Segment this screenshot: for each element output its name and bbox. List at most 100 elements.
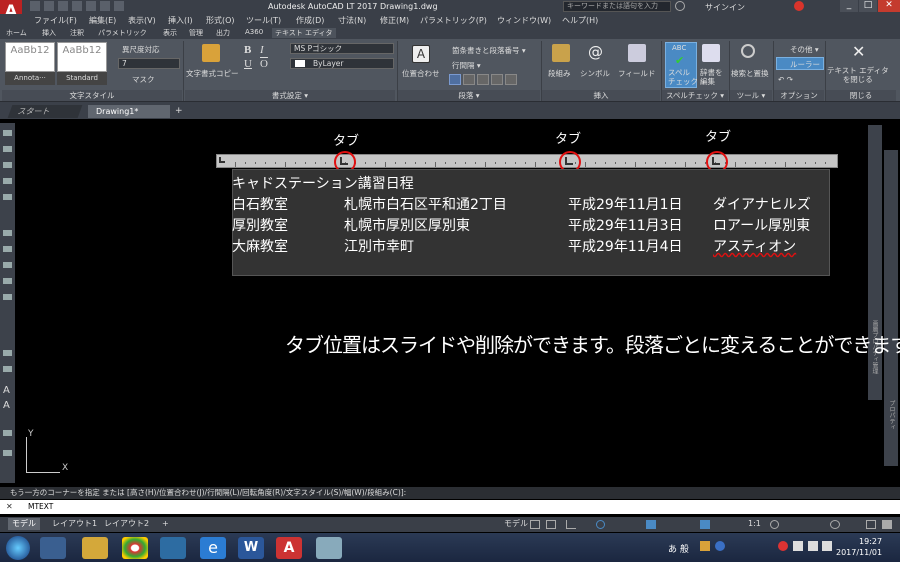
tool-rectangle-icon[interactable] — [3, 194, 12, 200]
doctab-start[interactable]: スタート — [7, 105, 83, 118]
customize-icon[interactable] — [882, 520, 892, 529]
add-layout-button[interactable]: + — [158, 518, 173, 530]
minimize-button[interactable]: _ — [840, 0, 858, 12]
taskbar-thunderbird-icon[interactable] — [160, 537, 186, 559]
tool-extend-icon[interactable] — [3, 366, 12, 372]
tab-a360[interactable]: A360 — [245, 28, 263, 36]
annotative-button[interactable]: 異尺度対応 — [122, 44, 160, 55]
tray-help-icon[interactable] — [715, 541, 725, 551]
panel-formatting-label[interactable]: 書式設定 ▾ — [185, 90, 395, 101]
justification-icon[interactable]: A — [412, 45, 430, 63]
doctab-drawing1[interactable]: Drawing1* — [88, 105, 170, 118]
close-editor-label[interactable]: テキスト エディタ を閉じる — [827, 66, 889, 84]
menu-parametric[interactable]: パラメトリック(P) — [420, 15, 487, 26]
justification-label[interactable]: 位置合わせ — [402, 68, 440, 79]
italic-button[interactable]: I — [260, 44, 264, 56]
mask-button[interactable]: マスク — [132, 74, 155, 85]
menu-help[interactable]: ヘルプ(H) — [562, 15, 598, 26]
tool-circle-icon[interactable] — [3, 162, 12, 168]
tray-icon[interactable] — [700, 541, 710, 551]
match-properties-label[interactable]: 文字書式コピー — [186, 68, 239, 79]
taskbar-media-icon[interactable] — [40, 537, 66, 559]
bold-button[interactable]: B — [244, 44, 251, 56]
panel-tools-label[interactable]: ツール ▾ — [730, 90, 772, 101]
overline-button[interactable]: O — [260, 58, 268, 70]
tray-volume-icon[interactable] — [808, 541, 818, 551]
qat-open-icon[interactable] — [44, 1, 54, 11]
color-dropdown[interactable]: ByLayer — [290, 58, 394, 69]
mtext-ruler[interactable] — [216, 154, 838, 168]
match-properties-icon[interactable] — [202, 44, 220, 62]
panel-spell-label[interactable]: スペルチェック ▾ — [662, 90, 728, 101]
qat-undo-icon[interactable] — [100, 1, 110, 11]
taskbar-autocad-icon[interactable]: A — [276, 537, 302, 559]
menu-file[interactable]: ファイル(F) — [34, 15, 77, 26]
field-icon[interactable] — [628, 44, 646, 62]
bullets-button[interactable]: 箇条書きと段落番号 ▾ — [452, 45, 526, 56]
snap-icon[interactable] — [546, 520, 556, 529]
align-right-icon[interactable] — [477, 74, 489, 85]
text-height-dropdown[interactable]: 7 — [118, 58, 180, 69]
menu-dimension[interactable]: 寸法(N) — [338, 15, 366, 26]
new-drawing-tab-button[interactable]: + — [175, 106, 183, 116]
tool-table-icon[interactable] — [3, 450, 12, 456]
isolate-icon[interactable] — [830, 520, 840, 529]
qat-saveas-icon[interactable] — [72, 1, 82, 11]
tool-mirror-icon[interactable] — [3, 278, 12, 284]
tab-view[interactable]: 表示 — [163, 28, 177, 38]
taskbar-explorer-icon[interactable] — [82, 537, 108, 559]
close-editor-icon[interactable]: ✕ — [852, 42, 865, 61]
command-close-icon[interactable]: ✕ — [6, 502, 13, 511]
tool-hatch-icon[interactable] — [3, 430, 12, 436]
line-spacing-button[interactable]: 行間隔 ▾ — [452, 60, 481, 71]
align-left-icon[interactable] — [449, 74, 461, 85]
grid-icon[interactable] — [530, 520, 540, 529]
menu-format[interactable]: 形式(O) — [206, 15, 235, 26]
tray-flag-icon[interactable] — [793, 541, 803, 551]
fullscreen-icon[interactable] — [866, 520, 876, 529]
ime-indicator[interactable]: あ 般 — [668, 542, 689, 555]
command-input[interactable]: MTEXT — [0, 500, 900, 514]
symbol-icon[interactable]: @ — [588, 43, 603, 61]
taskbar-ie-icon[interactable]: e — [200, 537, 226, 559]
menu-edit[interactable]: 編集(E) — [89, 15, 116, 26]
tab-annotate[interactable]: 注釈 — [70, 28, 84, 38]
tab-home[interactable]: ホーム — [6, 28, 27, 38]
osnap-icon[interactable] — [646, 520, 656, 529]
taskbar-chrome-icon[interactable] — [122, 537, 148, 559]
menu-modify[interactable]: 修正(M) — [380, 15, 409, 26]
ortho-icon[interactable] — [566, 520, 576, 529]
maximize-button[interactable]: □ — [859, 0, 877, 12]
menu-draw[interactable]: 作成(D) — [296, 15, 324, 26]
tool-rotate-icon[interactable] — [3, 262, 12, 268]
tool-polyline-icon[interactable] — [3, 146, 12, 152]
tray-network-icon[interactable] — [822, 541, 832, 551]
help-icon[interactable] — [794, 1, 804, 11]
menu-insert[interactable]: 挿入(I) — [168, 15, 193, 26]
start-button-icon[interactable] — [6, 536, 30, 560]
menu-view[interactable]: 表示(V) — [128, 15, 156, 26]
find-replace-label[interactable]: 検索と置換 — [731, 68, 769, 79]
find-replace-icon[interactable] — [741, 44, 755, 58]
style-standard-swatch[interactable]: AaBb12 — [57, 42, 107, 72]
menu-window[interactable]: ウィンドウ(W) — [497, 15, 551, 26]
tab-text-editor[interactable]: テキスト エディタ — [272, 28, 336, 38]
signin-button[interactable]: サインイン — [705, 2, 745, 13]
tool-line-icon[interactable] — [3, 130, 12, 136]
tool-text-icon[interactable]: A — [3, 385, 10, 396]
qat-new-icon[interactable] — [30, 1, 40, 11]
close-window-button[interactable]: ✕ — [878, 0, 900, 12]
panel-text-style-label[interactable]: 文字スタイル — [2, 90, 182, 101]
columns-icon[interactable] — [552, 44, 570, 62]
tray-acrobat-icon[interactable] — [778, 541, 788, 551]
qat-save-icon[interactable] — [58, 1, 68, 11]
taskbar-clock[interactable]: 19:27 2017/11/01 — [836, 536, 882, 558]
tool-mtext-icon[interactable]: A — [3, 400, 10, 411]
tab-manage[interactable]: 管理 — [189, 28, 203, 38]
distribute-icon[interactable] — [505, 74, 517, 85]
tab-insert[interactable]: 挿入 — [42, 28, 56, 38]
align-center-icon[interactable] — [463, 74, 475, 85]
tool-trim-icon[interactable] — [3, 350, 12, 356]
taskbar-word-icon[interactable]: W — [238, 537, 264, 559]
tool-arc-icon[interactable] — [3, 178, 12, 184]
